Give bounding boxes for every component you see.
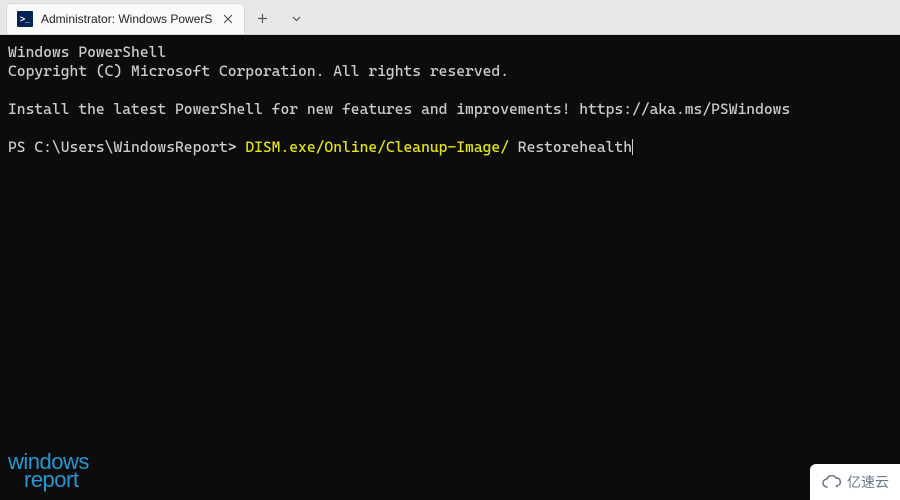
terminal-prompt-line: PS C:\Users\WindowsReport> DISM.exe/Onli… — [8, 138, 892, 157]
tab-strip: >_ Administrator: Windows PowerS — [0, 0, 900, 35]
windowsreport-watermark: windows report — [8, 453, 89, 490]
command-executable: DISM.exe/Online/Cleanup-Image/ — [245, 138, 509, 156]
watermark-text-bottom: report — [8, 471, 89, 490]
tab-dropdown-button[interactable] — [279, 3, 313, 34]
tab-powershell[interactable]: >_ Administrator: Windows PowerS — [6, 3, 245, 34]
cloud-icon — [821, 475, 843, 489]
tab-title: Administrator: Windows PowerS — [41, 12, 212, 26]
text-cursor — [632, 139, 633, 155]
new-tab-button[interactable] — [245, 3, 279, 34]
close-icon[interactable] — [220, 11, 236, 27]
terminal-header-line: Windows PowerShell — [8, 43, 892, 62]
terminal-install-line: Install the latest PowerShell for new fe… — [8, 100, 892, 119]
terminal-window: >_ Administrator: Windows PowerS Windows… — [0, 0, 900, 500]
prompt-text: PS C:\Users\WindowsReport> — [8, 138, 245, 156]
terminal-copyright-line: Copyright (C) Microsoft Corporation. All… — [8, 62, 892, 81]
tab-actions — [245, 3, 313, 34]
terminal-body[interactable]: Windows PowerShell Copyright (C) Microso… — [0, 35, 900, 500]
command-argument: Restorehealth — [509, 138, 632, 156]
powershell-icon: >_ — [17, 11, 33, 27]
yisu-text: 亿速云 — [847, 472, 889, 492]
yisu-watermark: 亿速云 — [810, 464, 900, 500]
